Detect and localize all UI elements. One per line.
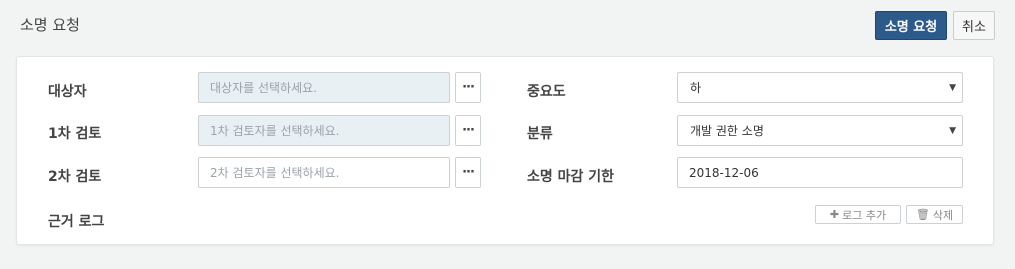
ellipsis-icon: ··· <box>462 80 475 95</box>
category-value: 개발 권한 소명 <box>690 124 764 138</box>
evidence-log-label: 근거 로그 <box>48 214 105 230</box>
target-label: 대상자 <box>48 84 87 100</box>
importance-label: 중요도 <box>527 84 566 100</box>
deadline-input[interactable]: 2018-12-06 <box>677 157 963 188</box>
review1-label: 1차 검토 <box>48 126 102 142</box>
trash-icon: 🗑 <box>915 208 930 221</box>
caret-down-icon: ▼ <box>949 126 956 136</box>
importance-select[interactable]: 하 ▼ <box>677 72 963 103</box>
add-log-button[interactable]: ✚ 로그 추가 <box>815 205 901 224</box>
ellipsis-icon: ··· <box>462 165 475 180</box>
category-label: 분류 <box>527 126 553 142</box>
delete-log-button[interactable]: 🗑 삭제 <box>906 205 963 224</box>
ellipsis-icon: ··· <box>462 123 475 138</box>
cancel-button[interactable]: 취소 <box>953 11 995 40</box>
review1-browse-button[interactable]: ··· <box>455 115 481 146</box>
submit-request-button[interactable]: 소명 요청 <box>875 11 947 40</box>
target-browse-button[interactable]: ··· <box>455 72 481 103</box>
target-input[interactable]: 대상자를 선택하세요. <box>198 72 450 103</box>
page-title: 소명 요청 <box>20 16 80 34</box>
deadline-label: 소명 마감 기한 <box>527 169 615 185</box>
review2-input[interactable]: 2차 검토자를 선택하세요. <box>198 157 450 188</box>
importance-value: 하 <box>690 81 702 95</box>
category-select[interactable]: 개발 권한 소명 ▼ <box>677 115 963 146</box>
review1-input[interactable]: 1차 검토자를 선택하세요. <box>198 115 450 146</box>
review2-label: 2차 검토 <box>48 169 102 185</box>
review2-browse-button[interactable]: ··· <box>455 157 481 188</box>
caret-down-icon: ▼ <box>949 83 956 93</box>
plus-icon: ✚ <box>829 208 840 221</box>
request-form-panel: 대상자 대상자를 선택하세요. ··· 1차 검토 1차 검토자를 선택하세요.… <box>16 56 994 245</box>
delete-log-label: 삭제 <box>932 208 954 222</box>
add-log-label: 로그 추가 <box>842 208 887 222</box>
